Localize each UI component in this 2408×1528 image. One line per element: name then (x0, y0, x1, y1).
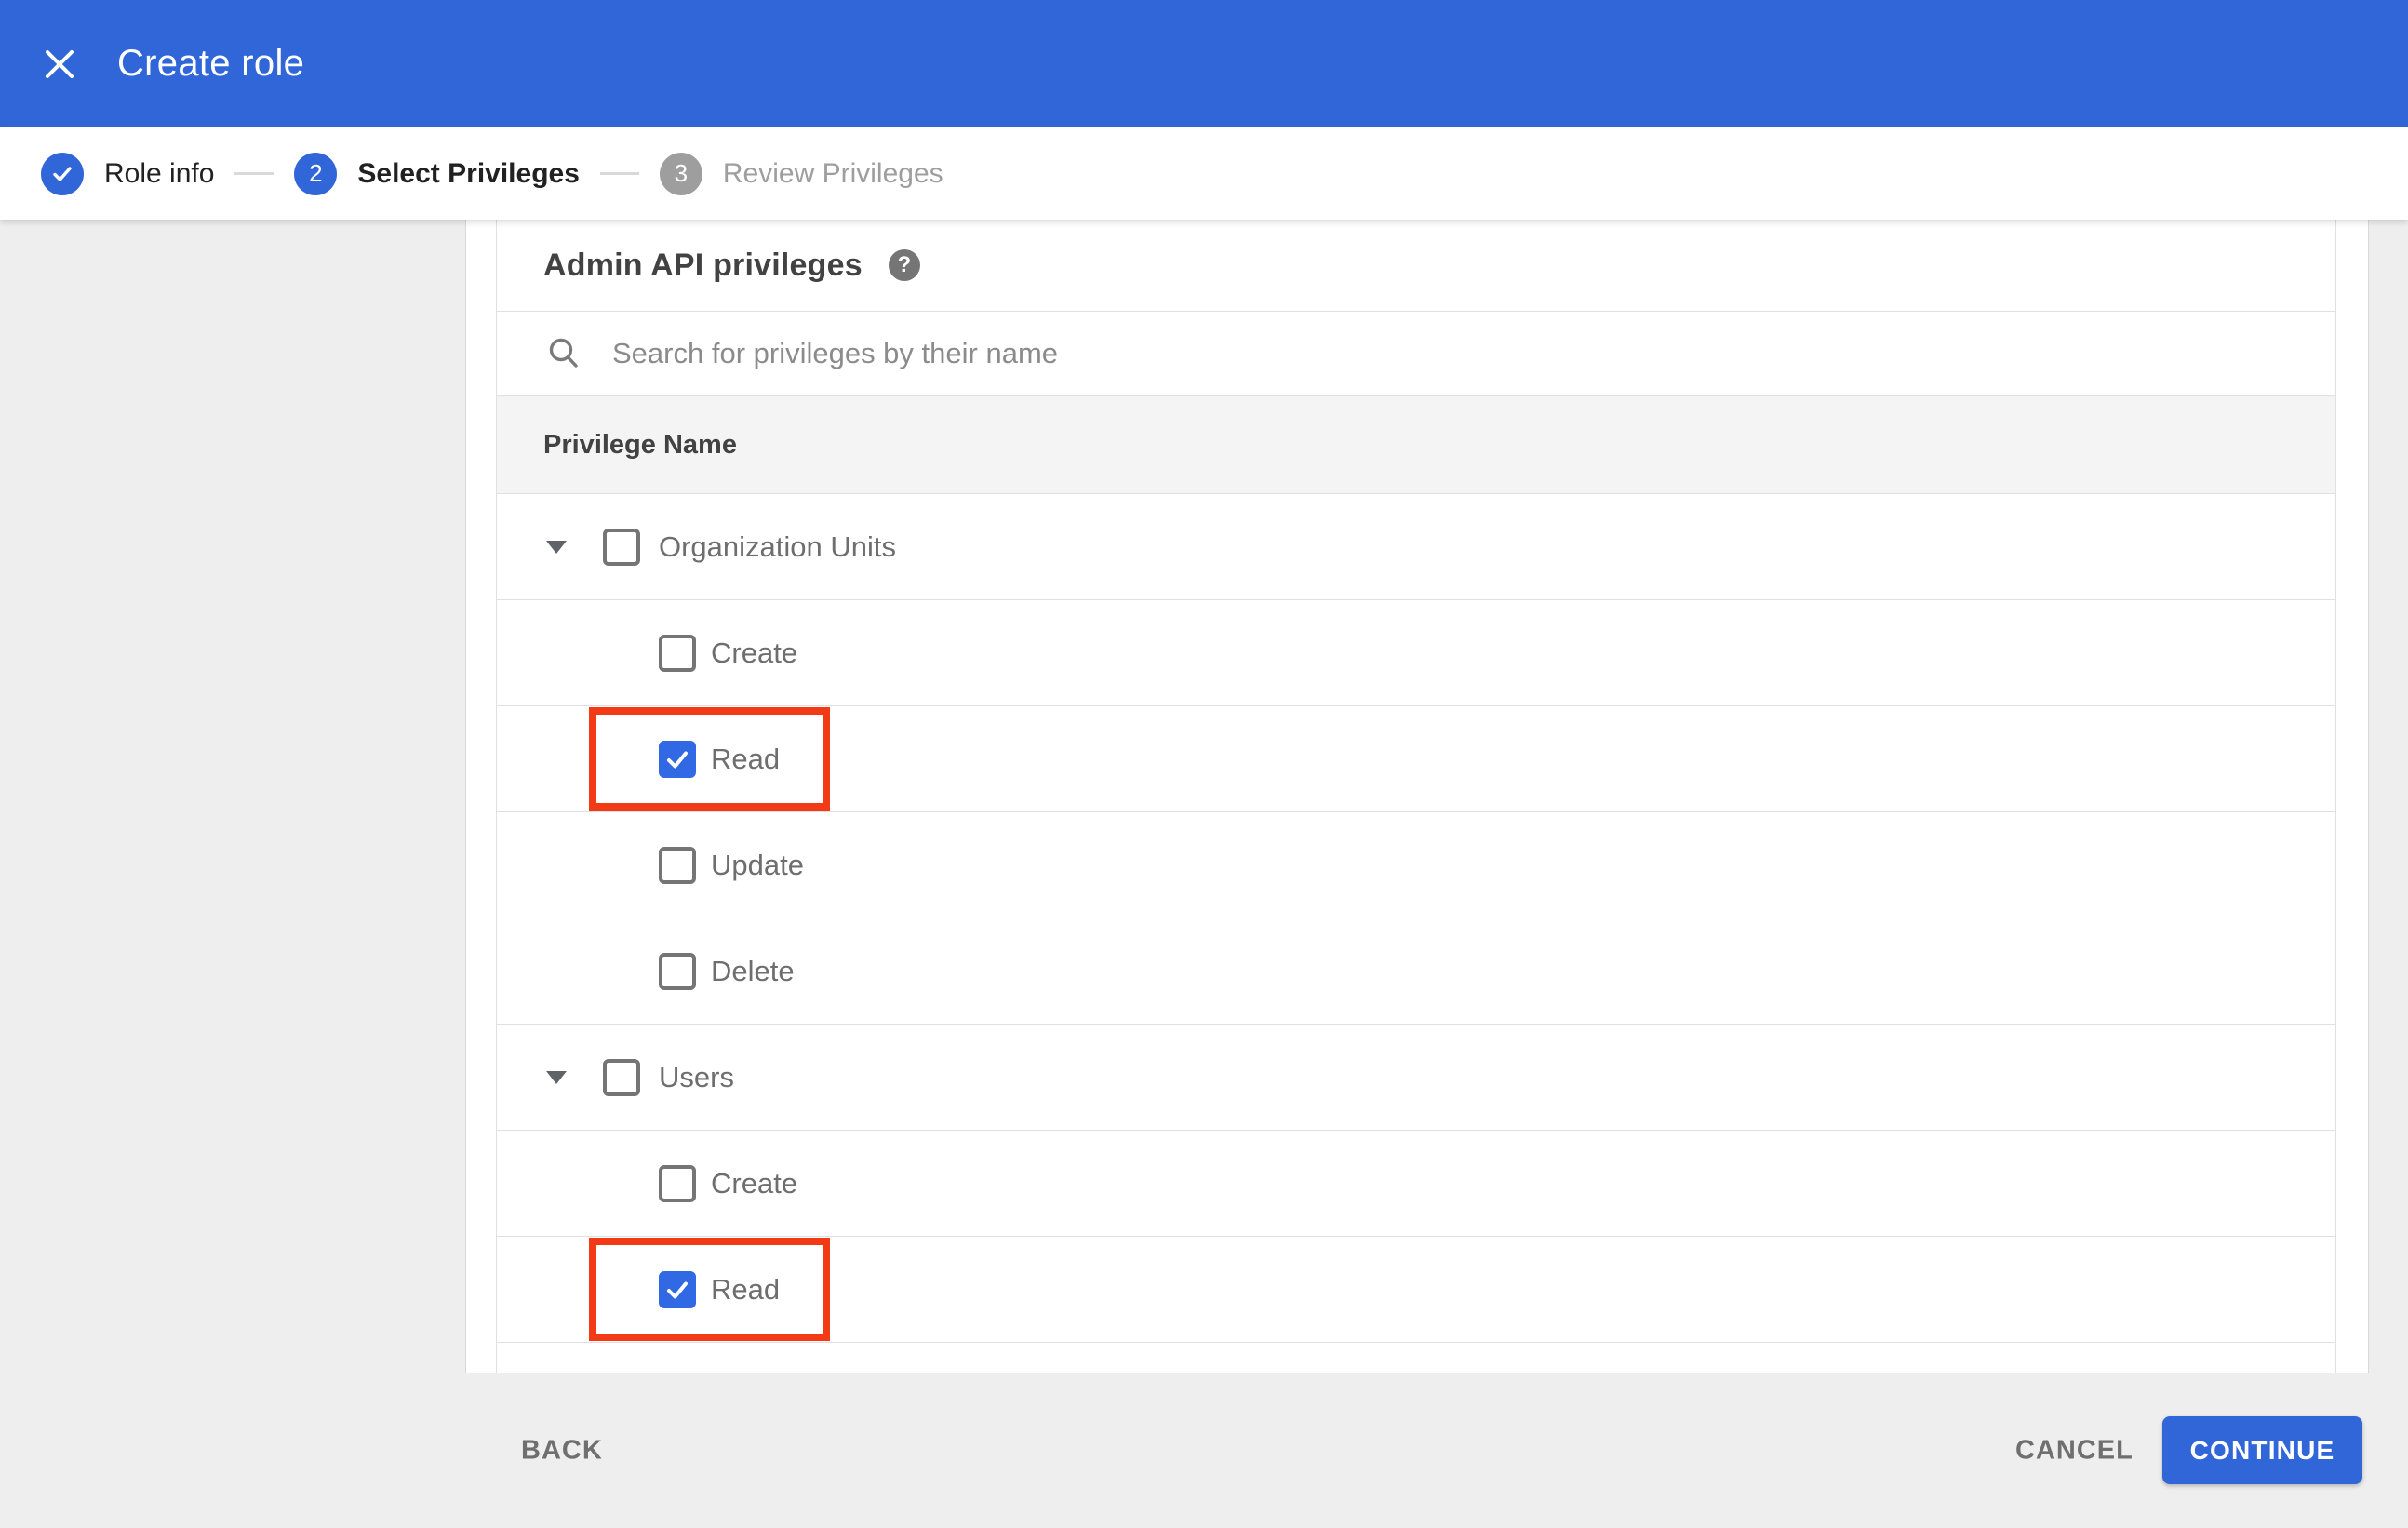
privilege-label: Create (711, 636, 798, 669)
step-label: Select Privileges (357, 157, 580, 189)
left-rail (0, 220, 466, 1373)
privilege-label: Delete (711, 954, 795, 987)
close-icon (41, 46, 78, 83)
checkbox-checked[interactable] (659, 740, 696, 778)
red-highlight-annotation (589, 707, 830, 811)
column-header-privilege-name: Privilege Name (543, 429, 737, 460)
collapse-caret-icon[interactable] (546, 540, 567, 554)
help-icon[interactable]: ? (888, 249, 920, 281)
privilege-label: Update (711, 848, 804, 881)
panel-heading: Admin API privileges ? (497, 220, 2335, 312)
search-icon (545, 335, 582, 372)
step-select-privileges[interactable]: 2 Select Privileges (294, 152, 580, 195)
privilege-row-delete: Delete (497, 918, 2335, 1025)
checkbox-unchecked[interactable] (603, 1058, 640, 1096)
step-review-privileges[interactable]: 3 Review Privileges (659, 152, 943, 195)
privilege-label: Organization Units (659, 529, 897, 563)
red-highlight-annotation (589, 1238, 830, 1341)
wizard-stepper: Role info 2 Select Privileges 3 Review P… (0, 127, 2408, 220)
step-connector (599, 172, 639, 175)
step-label: Review Privileges (722, 157, 943, 189)
privilege-row-read: Read (497, 1237, 2335, 1343)
workspace: Admin API privileges ? Privilege Name (0, 220, 2408, 1379)
right-rail (2368, 220, 2408, 1373)
privilege-search-row (497, 312, 2335, 396)
privilege-row-organization-units: Organization Units (497, 494, 2335, 600)
privileges-panel: Admin API privileges ? Privilege Name (496, 220, 2336, 1379)
checkbox-unchecked[interactable] (659, 846, 696, 884)
step-number-badge: 2 (294, 152, 338, 195)
checkbox-unchecked[interactable] (659, 634, 696, 672)
dialog-footer: BACK CANCEL CONTINUE (0, 1373, 2408, 1528)
privilege-row-update: Update (497, 812, 2335, 918)
continue-button[interactable]: CONTINUE (2162, 1416, 2362, 1484)
privilege-row-users: Users (497, 1025, 2335, 1131)
checkbox-checked[interactable] (659, 1270, 696, 1308)
close-button[interactable] (39, 44, 80, 85)
step-label: Role info (104, 157, 215, 189)
step-completed-check-icon (41, 152, 84, 195)
step-connector (234, 172, 274, 175)
section-title: Admin API privileges (543, 247, 863, 283)
privilege-search-input[interactable] (610, 336, 1917, 371)
checkbox-unchecked[interactable] (603, 528, 640, 566)
privilege-label: Read (711, 742, 781, 775)
table-header: Privilege Name (497, 396, 2335, 494)
privilege-row-read: Read (497, 706, 2335, 812)
page-title: Create role (117, 43, 305, 84)
collapse-caret-icon[interactable] (546, 1070, 567, 1084)
privilege-row-create: Create (497, 600, 2335, 706)
back-button[interactable]: BACK (508, 1426, 616, 1475)
privilege-label: Users (659, 1060, 734, 1093)
cancel-button[interactable]: CANCEL (2002, 1426, 2147, 1475)
step-role-info[interactable]: Role info (41, 152, 215, 195)
checkbox-unchecked[interactable] (659, 952, 696, 990)
checkbox-unchecked[interactable] (659, 1164, 696, 1202)
app-bar: Create role (0, 0, 2408, 127)
privilege-row-create: Create (497, 1131, 2335, 1237)
privilege-label: Read (711, 1272, 781, 1306)
step-number-badge: 3 (659, 152, 702, 195)
create-role-dialog: Create role Role info 2 Select Privilege… (0, 0, 2408, 1528)
privilege-label: Create (711, 1166, 798, 1200)
